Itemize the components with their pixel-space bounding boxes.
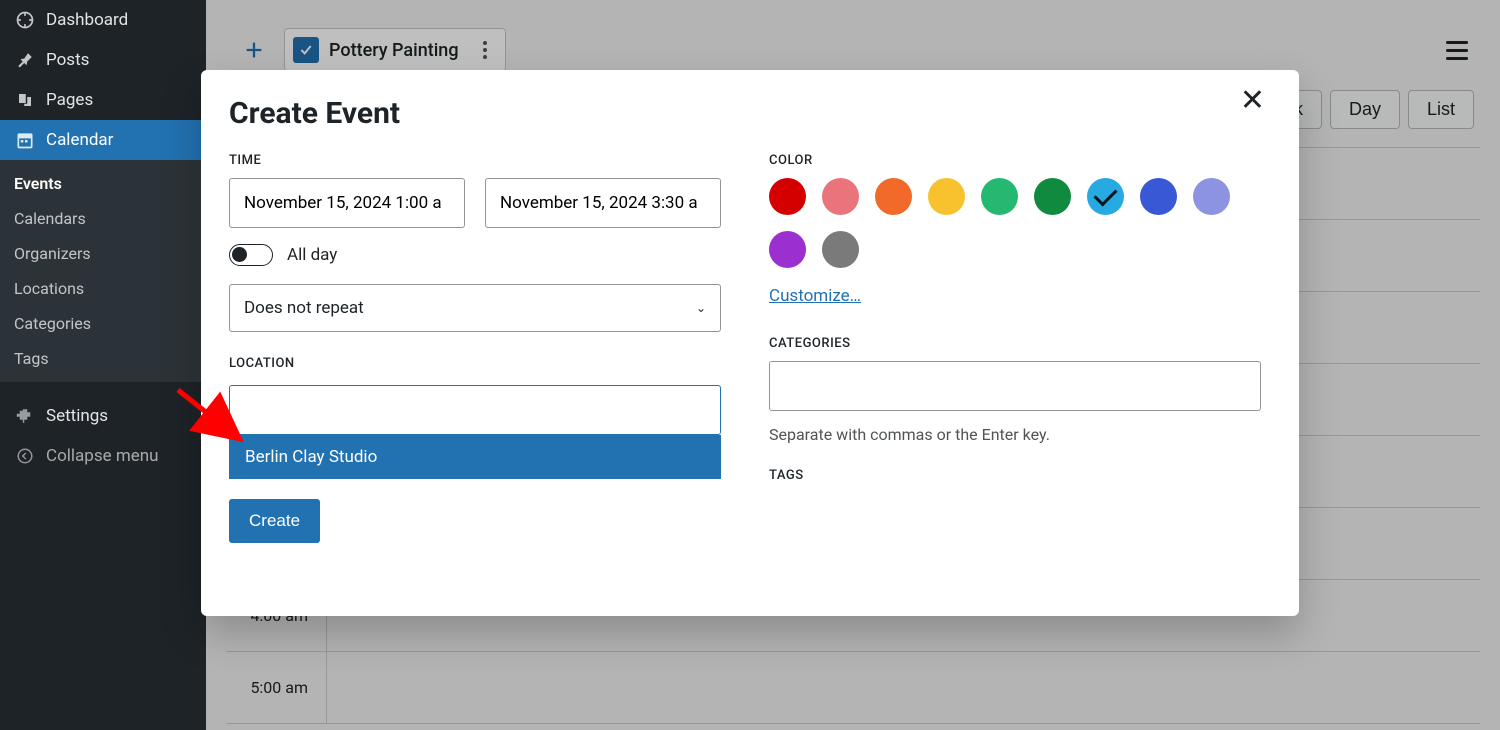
color-swatch-grey[interactable] <box>822 231 859 268</box>
submenu-events[interactable]: Events <box>0 166 206 201</box>
time-label: TIME <box>229 153 721 168</box>
all-day-toggle[interactable] <box>229 244 273 266</box>
pages-icon <box>14 89 36 111</box>
submenu-locations[interactable]: Locations <box>0 271 206 306</box>
submenu-categories[interactable]: Categories <box>0 306 206 341</box>
settings-icon <box>14 405 36 427</box>
categories-input[interactable] <box>769 361 1261 411</box>
start-time-input[interactable] <box>229 178 465 228</box>
menu-calendar-label: Calendar <box>46 130 113 150</box>
color-swatch-red[interactable] <box>769 178 806 215</box>
calendar-icon <box>14 129 36 151</box>
dashboard-icon <box>14 9 36 31</box>
repeat-select[interactable]: Does not repeat ⌄ <box>229 284 721 332</box>
color-swatch-pink[interactable] <box>822 178 859 215</box>
color-swatch-darkgreen[interactable] <box>1034 178 1071 215</box>
menu-collapse[interactable]: Collapse menu <box>0 436 206 476</box>
categories-label: CATEGORIES <box>769 336 1261 351</box>
color-swatch-lavender[interactable] <box>1193 178 1230 215</box>
chevron-down-icon: ⌄ <box>696 301 706 315</box>
menu-dashboard[interactable]: Dashboard <box>0 0 206 40</box>
close-icon[interactable]: ✕ <box>1230 76 1275 126</box>
location-label: LOCATION <box>229 356 721 371</box>
submenu-calendars[interactable]: Calendars <box>0 201 206 236</box>
menu-collapse-label: Collapse menu <box>46 446 159 466</box>
modal-title: Create Event <box>229 96 1271 131</box>
color-label: COLOR <box>769 153 1261 168</box>
menu-calendar[interactable]: Calendar <box>0 120 206 160</box>
location-option[interactable]: Berlin Clay Studio <box>229 435 721 479</box>
color-swatch-orange[interactable] <box>875 178 912 215</box>
color-swatches <box>769 178 1261 268</box>
submenu-tags[interactable]: Tags <box>0 341 206 376</box>
menu-posts[interactable]: Posts <box>0 40 206 80</box>
all-day-label: All day <box>287 245 337 265</box>
submenu-organizers[interactable]: Organizers <box>0 236 206 271</box>
create-event-modal: ✕ Create Event TIME All day Does not rep… <box>201 70 1299 616</box>
calendar-submenu: Events Calendars Organizers Locations Ca… <box>0 160 206 382</box>
menu-dashboard-label: Dashboard <box>46 10 128 30</box>
collapse-icon <box>14 445 36 467</box>
menu-pages-label: Pages <box>46 90 93 110</box>
tags-label: TAGS <box>769 468 1261 483</box>
location-dropdown: Berlin Clay Studio <box>229 435 721 479</box>
repeat-value: Does not repeat <box>244 298 364 318</box>
color-swatch-blue[interactable] <box>1140 178 1177 215</box>
color-swatch-green[interactable] <box>981 178 1018 215</box>
color-swatch-skyblue[interactable] <box>1087 178 1124 215</box>
customize-link[interactable]: Customize… <box>769 286 1261 306</box>
color-swatch-yellow[interactable] <box>928 178 965 215</box>
location-input[interactable] <box>229 385 721 435</box>
end-time-input[interactable] <box>485 178 721 228</box>
menu-settings-label: Settings <box>46 406 108 426</box>
menu-pages[interactable]: Pages <box>0 80 206 120</box>
categories-help: Separate with commas or the Enter key. <box>769 425 1261 444</box>
menu-posts-label: Posts <box>46 50 89 70</box>
admin-sidebar: Dashboard Posts Pages Calendar Events Ca… <box>0 0 206 730</box>
create-button[interactable]: Create <box>229 499 320 543</box>
pin-icon <box>14 49 36 71</box>
color-swatch-purple[interactable] <box>769 231 806 268</box>
menu-settings[interactable]: Settings <box>0 396 206 436</box>
